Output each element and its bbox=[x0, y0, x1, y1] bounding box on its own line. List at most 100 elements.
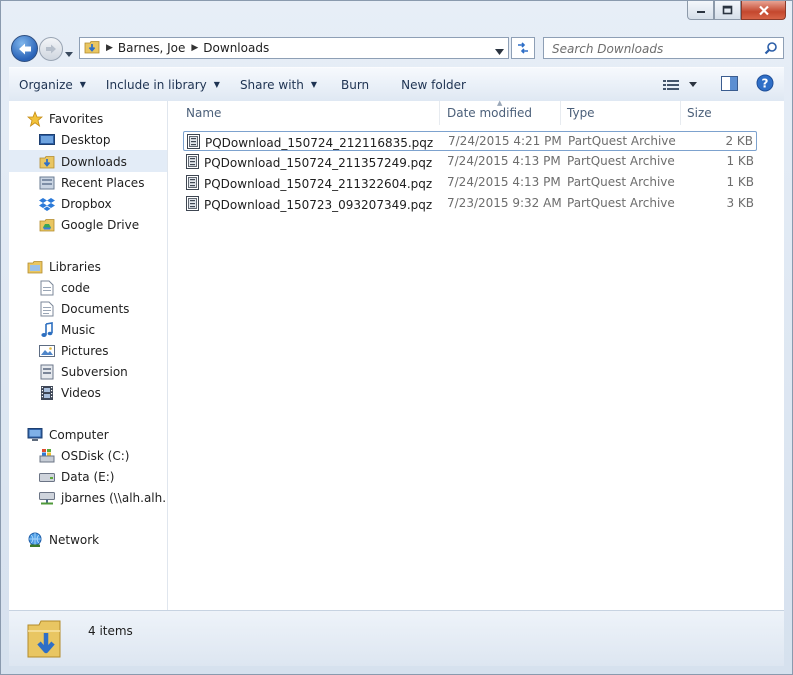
details-view-icon bbox=[663, 79, 679, 90]
star-icon bbox=[27, 110, 43, 127]
nav-item-videos[interactable]: Videos bbox=[9, 382, 167, 403]
nav-item-music[interactable]: Music bbox=[9, 319, 167, 340]
nav-item-data-e[interactable]: Data (E:) bbox=[9, 466, 167, 487]
table-row[interactable]: PQDownload_150724_211322604.pqz 7/24/201… bbox=[183, 173, 757, 193]
back-button[interactable] bbox=[11, 35, 38, 62]
nav-network[interactable]: Network bbox=[9, 529, 167, 550]
burn-button[interactable]: Burn bbox=[327, 68, 379, 101]
address-row: ▶ Barnes, Joe ▶ Downloads bbox=[1, 32, 792, 64]
table-row[interactable]: PQDownload_150724_211357249.pqz 7/24/201… bbox=[183, 152, 757, 172]
archive-file-icon bbox=[186, 154, 199, 172]
file-name: PQDownload_150724_212116835.pqz bbox=[205, 136, 434, 150]
minimize-button[interactable] bbox=[687, 1, 714, 20]
nav-item-downloads[interactable]: Downloads bbox=[9, 150, 167, 172]
new-folder-button[interactable]: New folder bbox=[379, 68, 476, 101]
address-dropdown[interactable] bbox=[495, 44, 504, 58]
nav-item-code-label: code bbox=[61, 280, 90, 295]
nav-item-osdisk[interactable]: OSDisk (C:) bbox=[9, 445, 167, 466]
chevron-down-icon: ▼ bbox=[79, 80, 86, 89]
archive-file-icon bbox=[186, 175, 199, 193]
file-size: 2 KB bbox=[725, 134, 753, 148]
help-icon: ? bbox=[756, 74, 774, 92]
archive-file-icon bbox=[186, 196, 199, 214]
close-button[interactable] bbox=[741, 1, 786, 20]
breadcrumb-separator-icon: ▶ bbox=[106, 43, 113, 53]
nav-computer[interactable]: Computer bbox=[9, 424, 167, 445]
file-type: PartQuest Archive bbox=[567, 175, 675, 189]
recent-places-icon bbox=[39, 175, 55, 191]
pictures-icon bbox=[39, 343, 55, 359]
nav-favorites[interactable]: Favorites bbox=[9, 108, 167, 129]
table-row[interactable]: PQDownload_150724_212116835.pqz 7/24/201… bbox=[183, 131, 757, 151]
nav-item-network-share[interactable]: jbarnes (\\alh.alh.me bbox=[9, 487, 167, 508]
minimize-icon bbox=[696, 11, 705, 13]
desktop-icon bbox=[39, 132, 55, 148]
toolbar-right-group: ? bbox=[663, 74, 774, 95]
nav-item-recent-places[interactable]: Recent Places bbox=[9, 172, 167, 193]
nav-libraries[interactable]: Libraries bbox=[9, 256, 167, 277]
file-type: PartQuest Archive bbox=[567, 196, 675, 210]
file-name: PQDownload_150724_211322604.pqz bbox=[204, 177, 433, 191]
downloads-folder-icon bbox=[39, 154, 55, 170]
nav-item-videos-label: Videos bbox=[61, 385, 101, 400]
nav-item-dropbox[interactable]: Dropbox bbox=[9, 193, 167, 214]
search-icon[interactable] bbox=[764, 41, 778, 58]
nav-favorites-label: Favorites bbox=[49, 111, 104, 126]
view-options-button[interactable] bbox=[663, 79, 697, 91]
forward-button[interactable] bbox=[39, 37, 63, 61]
file-name-cell: PQDownload_150724_211322604.pqz bbox=[186, 175, 432, 193]
search-box bbox=[543, 37, 784, 59]
table-row[interactable]: PQDownload_150723_093207349.pqz 7/23/201… bbox=[183, 194, 757, 214]
music-note-icon bbox=[39, 321, 55, 338]
command-bar: Organize ▼ Include in library ▼ Share wi… bbox=[9, 67, 784, 102]
nav-item-code[interactable]: code bbox=[9, 277, 167, 298]
share-with-menu[interactable]: Share with ▼ bbox=[230, 68, 327, 101]
chevron-down-icon bbox=[689, 82, 697, 87]
file-type: PartQuest Archive bbox=[568, 134, 676, 148]
nav-network-label: Network bbox=[49, 532, 100, 547]
nav-item-documents[interactable]: Documents bbox=[9, 298, 167, 319]
nav-item-network-share-label: jbarnes (\\alh.alh.me bbox=[61, 490, 167, 505]
nav-item-google-drive[interactable]: Google Drive bbox=[9, 214, 167, 235]
address-bar[interactable]: ▶ Barnes, Joe ▶ Downloads bbox=[79, 37, 509, 59]
preview-pane-button[interactable] bbox=[721, 75, 738, 94]
include-in-library-menu[interactable]: Include in library ▼ bbox=[96, 68, 230, 101]
nav-item-recent-places-label: Recent Places bbox=[61, 175, 145, 190]
maximize-button[interactable] bbox=[714, 1, 741, 20]
nav-item-google-drive-label: Google Drive bbox=[61, 217, 140, 232]
nav-item-desktop[interactable]: Desktop bbox=[9, 129, 167, 150]
column-header-size[interactable]: Size bbox=[681, 101, 761, 125]
documents-icon bbox=[39, 301, 55, 317]
downloads-folder-icon bbox=[26, 617, 62, 662]
column-header-type[interactable]: Type bbox=[561, 101, 681, 125]
document-icon bbox=[39, 280, 55, 296]
refresh-button[interactable] bbox=[511, 37, 535, 59]
help-button[interactable]: ? bbox=[756, 74, 774, 95]
breadcrumb-downloads[interactable]: Downloads bbox=[203, 41, 269, 55]
search-input[interactable] bbox=[550, 39, 759, 59]
nav-item-downloads-label: Downloads bbox=[61, 154, 127, 169]
organize-menu[interactable]: Organize ▼ bbox=[9, 68, 96, 101]
subversion-icon bbox=[39, 364, 55, 380]
nav-item-data-e-label: Data (E:) bbox=[61, 469, 115, 484]
nav-item-subversion[interactable]: Subversion bbox=[9, 361, 167, 382]
nav-item-subversion-label: Subversion bbox=[61, 364, 128, 379]
close-icon bbox=[758, 5, 769, 15]
breadcrumb-user[interactable]: Barnes, Joe bbox=[118, 41, 185, 55]
organize-label: Organize bbox=[19, 77, 73, 92]
google-drive-folder-icon bbox=[39, 217, 55, 233]
explorer-window: ▶ Barnes, Joe ▶ Downloads Organize ▼ Inc… bbox=[0, 0, 793, 675]
file-date: 7/24/2015 4:13 PM bbox=[447, 175, 561, 189]
chevron-down-icon: ▼ bbox=[310, 80, 317, 89]
nav-item-pictures[interactable]: Pictures bbox=[9, 340, 167, 361]
downloads-folder-icon bbox=[84, 39, 100, 58]
recent-pages-dropdown[interactable] bbox=[65, 46, 73, 60]
column-header-date[interactable]: Date modified bbox=[441, 101, 561, 125]
network-drive-icon bbox=[39, 490, 55, 506]
file-size: 3 KB bbox=[726, 196, 754, 210]
svg-text:?: ? bbox=[762, 77, 769, 91]
column-header-name[interactable]: Name bbox=[180, 101, 440, 125]
window-controls bbox=[687, 1, 786, 20]
item-count: 4 items bbox=[88, 624, 133, 638]
chevron-down-icon bbox=[65, 52, 73, 57]
